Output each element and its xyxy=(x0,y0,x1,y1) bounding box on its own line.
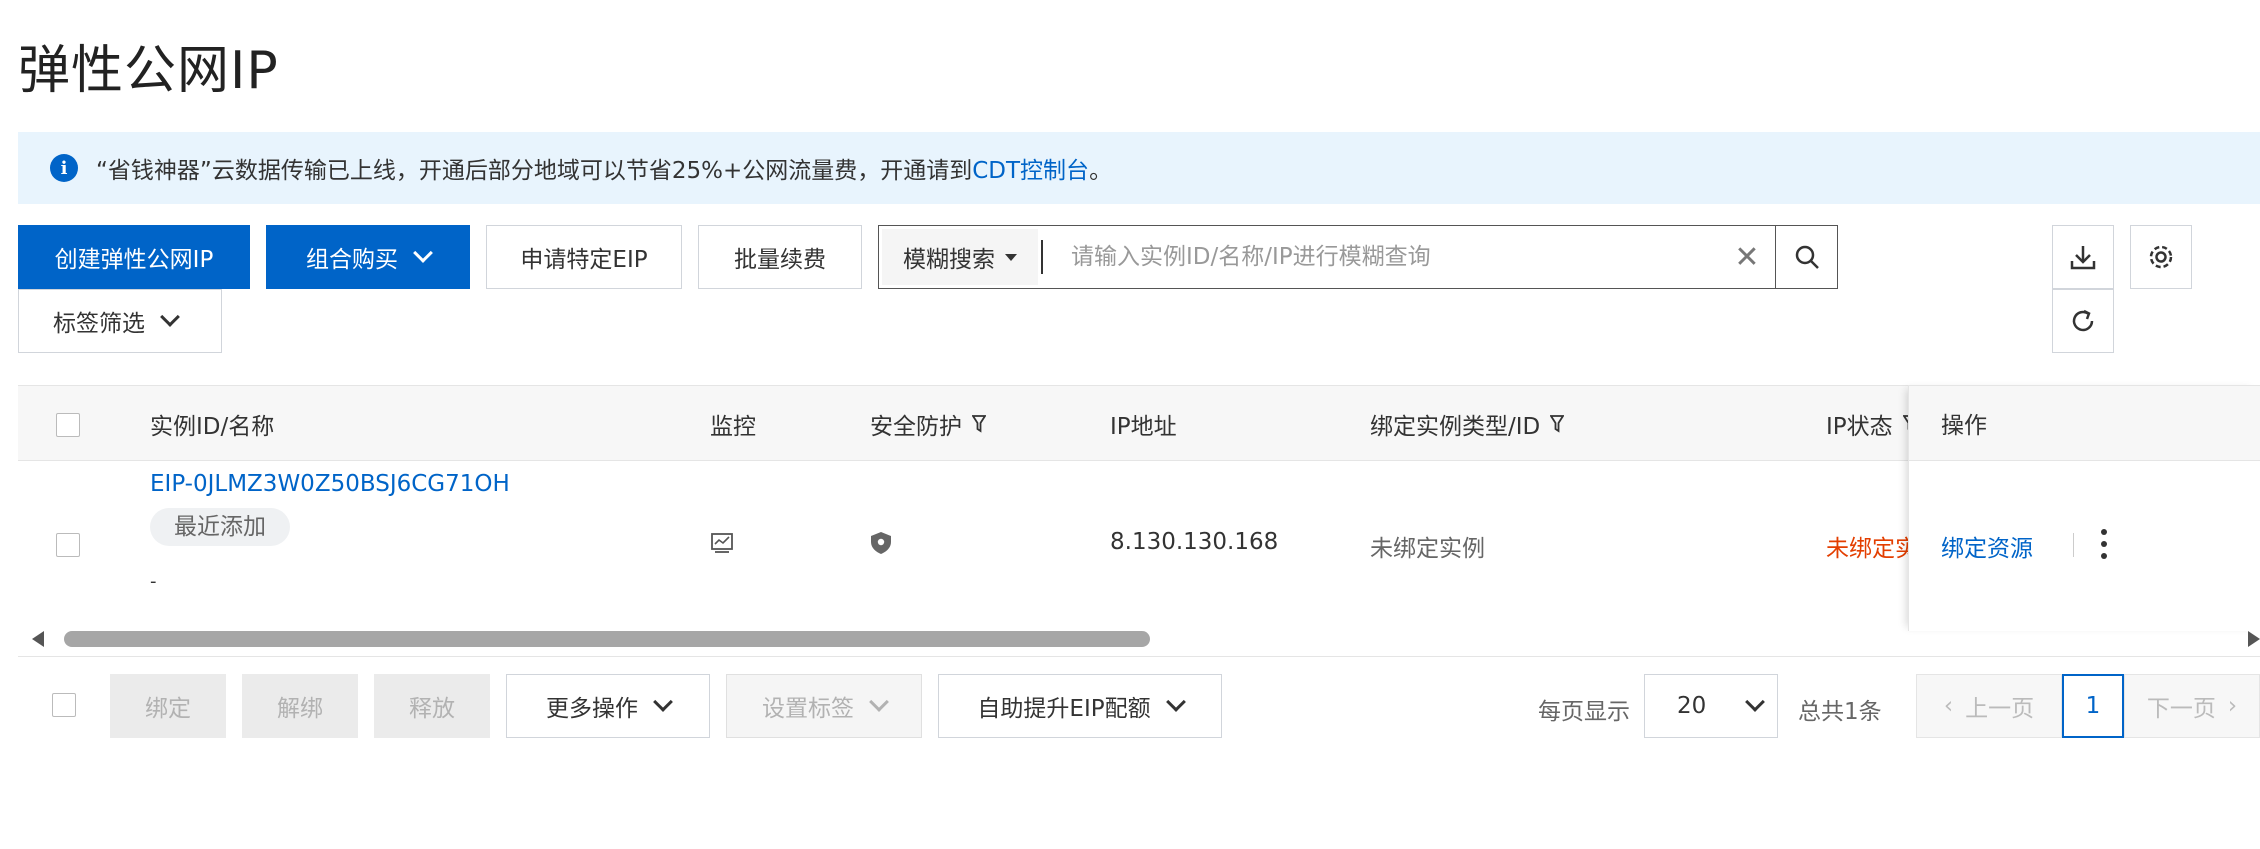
footer-select-all-checkbox[interactable] xyxy=(52,693,76,717)
per-page-value: 20 xyxy=(1677,693,1707,719)
col-bound-label: 绑定实例类型/ID xyxy=(1370,414,1541,440)
current-page[interactable]: 1 xyxy=(2062,674,2124,738)
search-bar: 模糊搜索 ✕ xyxy=(878,225,1838,289)
horizontal-scrollbar[interactable] xyxy=(18,627,2260,651)
more-ops-label: 更多操作 xyxy=(546,696,638,722)
col-status-label: IP状态 xyxy=(1826,414,1893,440)
scroll-thumb[interactable] xyxy=(64,631,1150,647)
more-icon[interactable] xyxy=(2095,529,2113,559)
notice-suffix: 。 xyxy=(1089,158,1113,184)
chevron-down-icon xyxy=(413,243,433,263)
download-button[interactable] xyxy=(2052,225,2114,289)
batch-renew-button[interactable]: 批量续费 xyxy=(698,225,862,289)
filter-icon[interactable] xyxy=(1550,415,1565,433)
raise-quota-label: 自助提升EIP配额 xyxy=(977,696,1151,722)
next-page-button[interactable]: 下一页 › xyxy=(2124,674,2260,738)
recently-added-tag: 最近添加 xyxy=(150,508,290,546)
set-tags-button[interactable]: 设置标签 xyxy=(726,674,922,738)
notice-banner: i “省钱神器”云数据传输已上线，开通后部分地域可以节省25%+公网流量费，开通… xyxy=(18,132,2260,204)
col-bound: 绑定实例类型/ID xyxy=(1370,386,1565,462)
refresh-icon xyxy=(2072,309,2094,332)
more-ops-button[interactable]: 更多操作 xyxy=(506,674,710,738)
search-button[interactable] xyxy=(1775,226,1837,288)
scroll-right-icon[interactable] xyxy=(2248,631,2260,647)
set-tags-label: 设置标签 xyxy=(762,696,854,722)
col-protection: 安全防护 xyxy=(870,386,986,462)
col-status: IP状态 xyxy=(1826,386,1917,462)
apply-specific-eip-button[interactable]: 申请特定EIP xyxy=(486,225,682,289)
col-instance: 实例ID/名称 xyxy=(150,414,275,440)
caret-down-icon xyxy=(1005,253,1017,261)
chevron-right-icon: › xyxy=(2227,693,2238,719)
tag-filter-button[interactable]: 标签筛选 xyxy=(18,289,222,353)
select-all-checkbox[interactable] xyxy=(56,413,80,437)
col-ops: 操作 xyxy=(1941,413,1987,439)
chevron-left-icon: ‹ xyxy=(1943,693,1954,719)
prev-page-button[interactable]: ‹ 上一页 xyxy=(1916,674,2062,738)
filter-icon[interactable] xyxy=(972,415,986,433)
page-title: 弹性公网IP xyxy=(18,41,279,101)
unbind-button[interactable]: 解绑 xyxy=(242,674,358,738)
ip-status: 未绑定实 xyxy=(1826,536,1918,562)
release-label: 释放 xyxy=(409,696,455,722)
apply-specific-label: 申请特定EIP xyxy=(520,247,648,273)
next-page-label: 下一页 xyxy=(2146,696,2216,722)
bound-instance: 未绑定实例 xyxy=(1370,536,1485,562)
search-type-select[interactable]: 模糊搜索 xyxy=(882,229,1038,285)
chevron-down-icon xyxy=(653,692,673,712)
col-protection-label: 安全防护 xyxy=(870,414,962,440)
ops-column: 操作 绑定资源 xyxy=(1908,385,2260,631)
search-input[interactable] xyxy=(1041,240,1719,274)
scroll-left-icon[interactable] xyxy=(32,631,44,647)
shield-icon[interactable] xyxy=(870,531,892,561)
chevron-down-icon xyxy=(160,307,180,327)
chevron-down-icon xyxy=(1745,692,1766,712)
bind-resource-link[interactable]: 绑定资源 xyxy=(1941,529,2033,563)
prev-page-label: 上一页 xyxy=(1965,696,2035,722)
divider xyxy=(18,656,2260,657)
monitor-icon[interactable] xyxy=(710,531,734,561)
release-button[interactable]: 释放 xyxy=(374,674,490,738)
unbind-label: 解绑 xyxy=(277,696,323,722)
settings-button[interactable] xyxy=(2130,225,2192,289)
chevron-down-icon xyxy=(869,692,889,712)
tag-filter-label: 标签筛选 xyxy=(53,311,145,337)
per-page-label: 每页显示 xyxy=(1538,699,1630,725)
chevron-down-icon xyxy=(1165,692,1186,712)
create-eip-button[interactable]: 创建弹性公网IP xyxy=(18,225,250,289)
bind-label: 绑定 xyxy=(145,696,191,722)
total-count: 总共1条 xyxy=(1798,699,1882,725)
info-icon: i xyxy=(50,154,78,182)
search-type-label: 模糊搜索 xyxy=(903,247,995,273)
col-monitor: 监控 xyxy=(710,414,756,440)
clear-icon[interactable]: ✕ xyxy=(1719,226,1775,288)
refresh-button[interactable] xyxy=(2052,289,2114,353)
download-icon xyxy=(2070,246,2096,270)
eip-id-link[interactable]: EIP-0JLMZ3W0Z50BSJ6CG71OH xyxy=(150,471,510,497)
gear-icon xyxy=(2149,245,2173,269)
search-icon xyxy=(1795,245,1819,269)
create-eip-label: 创建弹性公网IP xyxy=(54,247,214,273)
bind-button[interactable]: 绑定 xyxy=(110,674,226,738)
per-page-select[interactable]: 20 xyxy=(1644,674,1778,738)
combo-buy-label: 组合购买 xyxy=(306,247,398,273)
combo-buy-button[interactable]: 组合购买 xyxy=(266,225,470,289)
ip-address: 8.130.130.168 xyxy=(1110,529,1279,555)
raise-quota-button[interactable]: 自助提升EIP配额 xyxy=(938,674,1222,738)
row-checkbox[interactable] xyxy=(56,533,80,557)
eip-name: - xyxy=(150,571,157,592)
col-ip: IP地址 xyxy=(1110,414,1177,440)
notice-text: “省钱神器”云数据传输已上线，开通后部分地域可以节省25%+公网流量费，开通请到 xyxy=(96,158,973,184)
cdt-console-link[interactable]: CDT控制台 xyxy=(972,151,1089,185)
batch-renew-label: 批量续费 xyxy=(734,247,826,273)
